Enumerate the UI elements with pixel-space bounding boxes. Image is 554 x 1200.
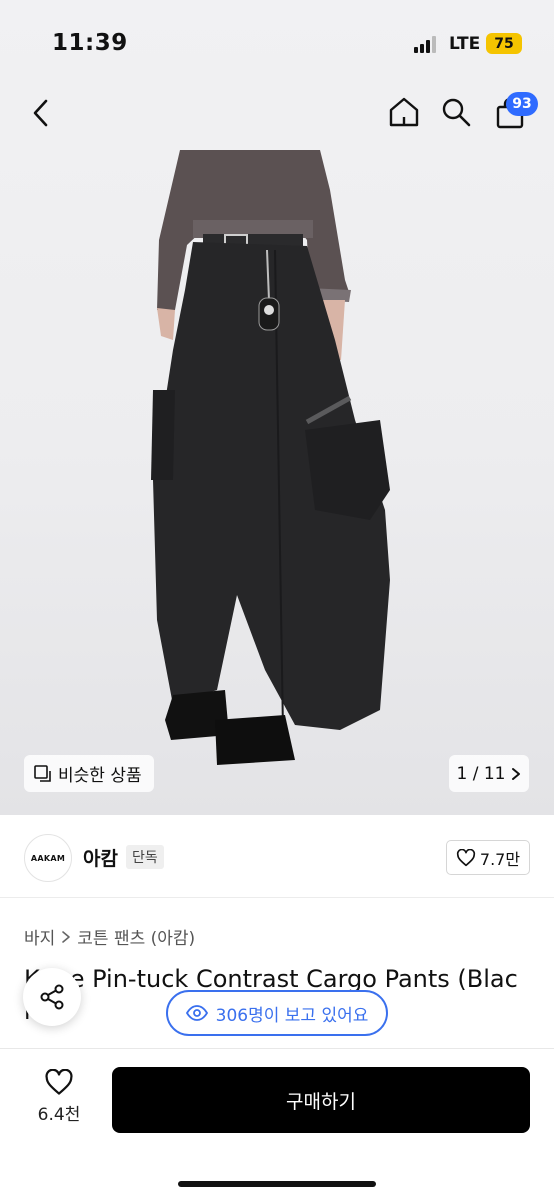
heart-icon xyxy=(45,1069,73,1095)
back-button[interactable] xyxy=(24,96,58,130)
bottom-action-bar: 6.4천 구매하기 xyxy=(0,1048,554,1200)
home-indicator xyxy=(178,1181,376,1187)
similar-products-label: 비슷한 상품 xyxy=(58,766,142,786)
network-type: LTE xyxy=(449,34,481,54)
breadcrumb-subcategory[interactable]: 코튼 팬츠 (아캄) xyxy=(77,924,195,949)
product-title-line1: Knee Pin-tuck Contrast Cargo Pants (Blac xyxy=(24,965,518,993)
cart-count-badge: 93 xyxy=(506,92,538,116)
signal-icon xyxy=(414,36,440,53)
share-button[interactable] xyxy=(23,968,81,1026)
home-button[interactable] xyxy=(386,94,422,130)
image-page-counter[interactable]: 1 / 11 xyxy=(449,755,529,792)
breadcrumb: 바지 코튼 팬츠 (아캄) xyxy=(24,924,195,949)
brand-logo-text: AAKAM xyxy=(30,853,66,863)
product-like-count: 6.4천 xyxy=(37,1105,81,1125)
page-counter-text: 1 / 11 xyxy=(456,763,506,784)
breadcrumb-category[interactable]: 바지 xyxy=(24,924,55,949)
viewers-count-text: 306명이 보고 있어요 xyxy=(215,1005,369,1026)
brand-name[interactable]: 아캄 xyxy=(83,844,118,871)
viewers-count-pill: 306명이 보고 있어요 xyxy=(166,990,388,1036)
chevron-right-icon xyxy=(62,930,71,943)
back-icon xyxy=(33,99,48,127)
status-bar: 11:39 LTE 75 xyxy=(0,0,554,88)
product-photo xyxy=(151,150,390,765)
battery-icon: 75 xyxy=(486,33,522,54)
heart-icon xyxy=(456,848,475,866)
search-button[interactable] xyxy=(438,94,474,130)
eye-icon xyxy=(185,1005,208,1021)
home-icon xyxy=(389,97,419,127)
product-like-button[interactable]: 6.4천 xyxy=(26,1069,92,1133)
product-image-gallery[interactable]: 11:39 LTE 75 93 비슷한 상품 1 / 11 xyxy=(0,0,554,815)
section-divider xyxy=(0,897,554,898)
brand-like-button[interactable]: 7.7만 xyxy=(446,840,530,875)
similar-icon xyxy=(34,764,51,782)
status-time: 11:39 xyxy=(52,30,128,56)
share-icon xyxy=(40,984,64,1010)
brand-logo[interactable]: AAKAM xyxy=(24,834,72,882)
top-nav xyxy=(0,88,554,138)
similar-products-button[interactable]: 비슷한 상품 xyxy=(24,755,154,792)
search-icon xyxy=(442,98,471,127)
exclusive-badge: 단독 xyxy=(126,845,164,869)
buy-button[interactable]: 구매하기 xyxy=(112,1067,530,1133)
chevron-right-icon xyxy=(512,767,521,780)
battery-level: 75 xyxy=(494,35,514,52)
brand-row: AAKAM 아캄 단독 7.7만 xyxy=(0,830,554,885)
brand-like-count: 7.7만 xyxy=(479,849,521,869)
